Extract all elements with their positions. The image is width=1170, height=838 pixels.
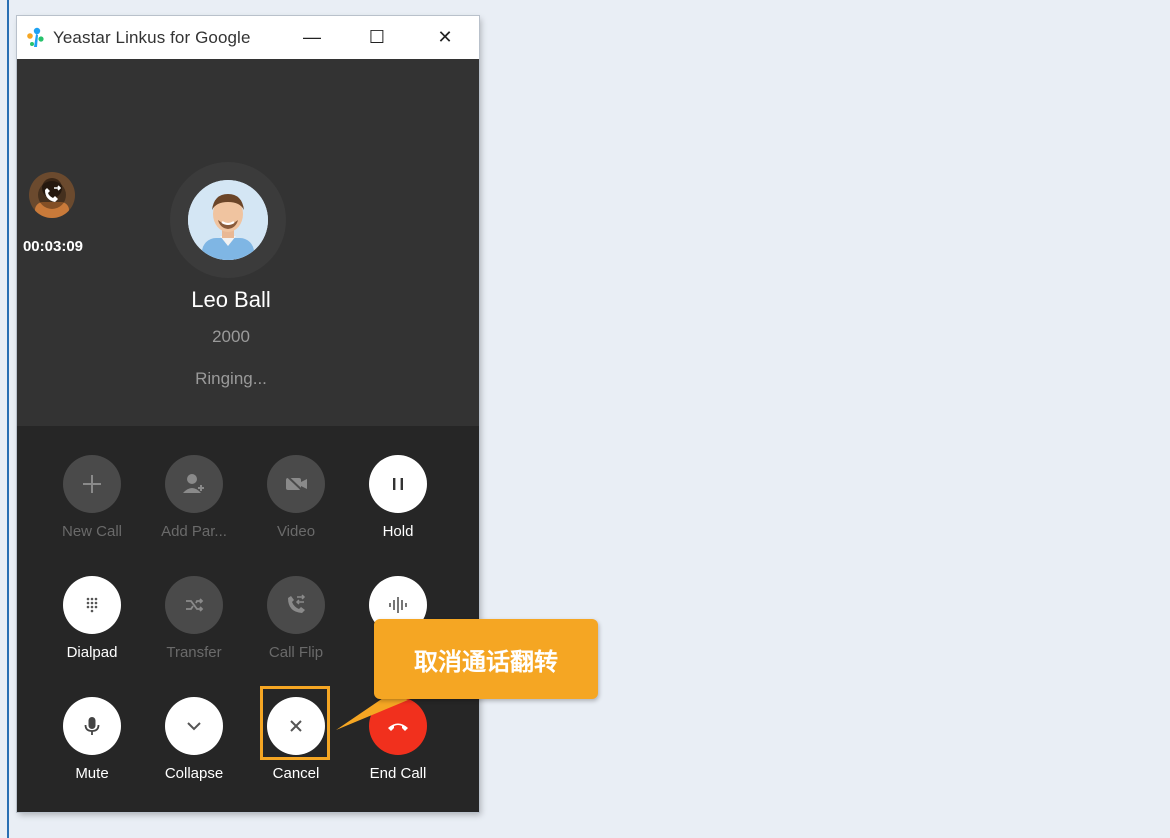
dialpad-label: Dialpad [66,644,118,661]
end-call-label: End Call [369,765,427,782]
window-title: Yeastar Linkus for Google [53,27,251,47]
add-participant-label: Add Par... [161,523,227,540]
title-bar: Yeastar Linkus for Google — ☐ ✕ [17,16,479,59]
annotation-tooltip: 取消通话翻转 [374,619,598,699]
call-flip-icon [288,594,306,613]
video-button[interactable]: Video [251,455,341,540]
collapse-button[interactable]: Collapse [149,697,239,782]
held-call-timer: 00:03:09 [22,238,84,255]
mute-button[interactable]: Mute [47,697,137,782]
call-flip-button[interactable]: Call Flip [251,576,341,661]
maximize-button[interactable]: ☐ [354,16,400,59]
collapse-label: Collapse [164,765,224,782]
contact-avatar [188,180,268,260]
hold-button[interactable]: Hold [353,455,443,540]
new-call-button[interactable]: New Call [47,455,137,540]
mute-label: Mute [75,765,109,782]
video-label: Video [276,523,316,540]
hold-label: Hold [382,523,414,540]
add-participant-button[interactable]: Add Par... [149,455,239,540]
new-call-label: New Call [61,523,122,540]
phone-transfer-icon [29,172,75,218]
contact-number: 2000 [212,327,250,346]
pause-icon [393,478,403,490]
yeastar-logo-icon [27,27,44,47]
plus-icon [83,475,101,493]
call-status: Ringing... [195,369,267,388]
contact-name: Leo Ball [191,287,271,312]
add-participant-icon [183,474,204,493]
transfer-button[interactable]: Transfer [149,576,239,661]
held-call-avatar[interactable] [29,172,75,218]
cancel-highlight-box [260,686,330,760]
transfer-label: Transfer [166,644,222,661]
chevron-down-icon [187,722,201,731]
dialpad-icon [86,597,98,613]
close-window-button[interactable]: ✕ [422,16,468,59]
minimize-button[interactable]: — [289,16,335,59]
video-off-icon [285,474,307,494]
cancel-label: Cancel [272,765,320,782]
end-call-icon [388,723,408,731]
voice-wave-icon [389,597,407,613]
transfer-icon [186,598,204,612]
call-flip-label: Call Flip [268,644,324,661]
tooltip-text: 取消通话翻转 [414,648,558,676]
left-edge-rule [7,0,9,838]
dialpad-button[interactable]: Dialpad [47,576,137,661]
end-call-button[interactable]: End Call [353,697,443,782]
microphone-icon [84,717,100,735]
